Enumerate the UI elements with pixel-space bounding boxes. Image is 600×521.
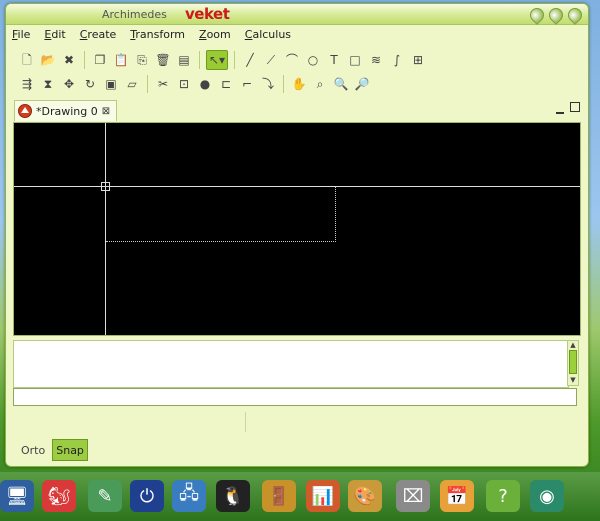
- network-icon[interactable]: 🖧: [172, 480, 206, 512]
- menu-label-rest: oom: [206, 28, 231, 41]
- window-title: Archimedes: [102, 8, 167, 21]
- select-mode-icon[interactable]: ↖▾: [206, 50, 228, 70]
- archimedes-logo-icon: [18, 104, 32, 118]
- usb-drive-icon[interactable]: ⌧: [396, 480, 430, 512]
- pane-controls: [556, 102, 580, 114]
- toolbar-separator: [84, 51, 85, 69]
- menu-zoom[interactable]: Zoom: [197, 28, 233, 46]
- zoom-out-icon[interactable]: 🔎: [353, 75, 371, 93]
- minimize-button[interactable]: [527, 5, 547, 25]
- copy-icon[interactable]: ❐: [91, 51, 109, 69]
- zoom-in-icon[interactable]: 🔍: [332, 75, 350, 93]
- pan-hand-icon[interactable]: ✋: [290, 75, 308, 93]
- selection-rectangle: [106, 187, 336, 242]
- taskbar: 🖥 🐿 ✎ ⏻ 🖧 🐧 🚪 📊 🎨 ⌧ 📅? ◉: [0, 472, 600, 521]
- extend-icon[interactable]: ⤵: [259, 75, 277, 93]
- menu-label-rest: reate: [87, 28, 117, 41]
- skew-icon[interactable]: ▱: [123, 75, 141, 93]
- paste-icon[interactable]: 📋: [112, 51, 130, 69]
- computer-icon[interactable]: 🖥: [0, 480, 34, 512]
- close-x-icon[interactable]: ✖: [60, 51, 78, 69]
- rectangle-icon[interactable]: □: [346, 51, 364, 69]
- polyline-icon[interactable]: ⟋: [262, 51, 280, 69]
- menu-bar: File Edit Create Transform Zoom Calculus: [10, 28, 293, 46]
- toolbar-separator: [147, 75, 148, 93]
- menu-calculus[interactable]: Calculus: [243, 28, 293, 46]
- command-input[interactable]: [13, 388, 577, 406]
- open-folder-icon[interactable]: 📂: [39, 51, 57, 69]
- hatch-icon[interactable]: ≋: [367, 51, 385, 69]
- rotate-icon[interactable]: ↻: [81, 75, 99, 93]
- title-bar[interactable]: Archimedes veket: [6, 4, 588, 25]
- tab-bar: *Drawing 0 ⊠: [14, 100, 580, 121]
- menu-edit[interactable]: Edit: [42, 28, 67, 46]
- toolbar-separator: [283, 75, 284, 93]
- toolbar-separator: [199, 51, 200, 69]
- tab-close-icon[interactable]: ⊠: [102, 106, 110, 117]
- drawing-canvas[interactable]: [13, 122, 581, 336]
- trim-icon[interactable]: ⊡: [175, 75, 193, 93]
- calendar-icon[interactable]: 📅: [440, 480, 474, 512]
- bin-icon[interactable]: ▤: [175, 51, 193, 69]
- output-scrollbar[interactable]: ▲ ▼: [567, 340, 579, 386]
- fillet-icon[interactable]: ⌐: [238, 75, 256, 93]
- pane-minimize-icon[interactable]: [556, 102, 564, 114]
- media-player-icon[interactable]: ⏻: [130, 480, 164, 512]
- menu-label-rest: ransform: [135, 28, 186, 41]
- menu-label-rest: alculus: [252, 28, 292, 41]
- command-output: [13, 340, 569, 388]
- zoom-fit-icon[interactable]: ⌕: [311, 75, 329, 93]
- window-controls: [527, 5, 585, 25]
- dimension-icon[interactable]: ⊞: [409, 51, 427, 69]
- clipboard-icon[interactable]: ⎘: [133, 51, 151, 69]
- spline-icon[interactable]: ∫: [388, 51, 406, 69]
- main-toolbar: 🗋 📂 ✖ ❐ 📋 ⎘ 🗑 ▤ ↖▾ ╱ ⟋ ⌒ ○ T □ ≋ ∫ ⊞: [18, 49, 427, 71]
- move-icon[interactable]: ✥: [60, 75, 78, 93]
- status-divider: [245, 412, 246, 432]
- mirror-icon[interactable]: ⧗: [39, 75, 57, 93]
- ortho-toggle[interactable]: Orto: [18, 440, 48, 460]
- fill-icon[interactable]: ●: [196, 75, 214, 93]
- status-bar: Orto Snap: [18, 439, 88, 461]
- penguin-icon[interactable]: 🐧: [216, 480, 250, 512]
- help-question-icon[interactable]: ?: [486, 480, 520, 512]
- scale-icon[interactable]: ▣: [102, 75, 120, 93]
- menu-transform[interactable]: Transform: [128, 28, 187, 46]
- delete-trash-icon[interactable]: 🗑: [154, 51, 172, 69]
- snap-toggle[interactable]: Snap: [52, 439, 88, 461]
- tab-label: *Drawing 0: [36, 104, 98, 118]
- webcam-icon[interactable]: ◉: [530, 480, 564, 512]
- menu-file[interactable]: File: [10, 28, 32, 46]
- tab-drawing-0[interactable]: *Drawing 0 ⊠: [14, 100, 118, 121]
- line-icon[interactable]: ╱: [241, 51, 259, 69]
- transform-toolbar: ⇶ ⧗ ✥ ↻ ▣ ▱ ✂ ⊡ ● ⊏ ⌐ ⤵ ✋ ⌕ 🔍 🔎: [18, 73, 371, 95]
- maximize-button[interactable]: [546, 5, 566, 25]
- text-tool-icon[interactable]: T: [325, 51, 343, 69]
- offset-icon[interactable]: ⊏: [217, 75, 235, 93]
- exit-door-icon[interactable]: 🚪: [262, 480, 296, 512]
- menu-label-rest: dit: [51, 28, 66, 41]
- menu-create[interactable]: Create: [78, 28, 119, 46]
- align-icon[interactable]: ⇶: [18, 75, 36, 93]
- toolbar-separator: [234, 51, 235, 69]
- pane-maximize-icon[interactable]: [570, 102, 580, 112]
- presentation-chart-icon[interactable]: 📊: [306, 480, 340, 512]
- close-button[interactable]: [565, 5, 585, 25]
- menu-mnemonic: Z: [199, 28, 207, 41]
- app-window: Archimedes veket File Edit Create Transform…: [5, 3, 589, 467]
- circle-icon[interactable]: ○: [304, 51, 322, 69]
- scroll-down-icon[interactable]: ▼: [568, 376, 578, 385]
- cut-scissors-icon[interactable]: ✂: [154, 75, 172, 93]
- text-editor-icon[interactable]: ✎: [88, 480, 122, 512]
- squirrel-browser-icon[interactable]: 🐿: [42, 480, 76, 512]
- arc-icon[interactable]: ⌒: [283, 51, 301, 69]
- scroll-thumb[interactable]: [569, 350, 577, 374]
- brand-logo: veket: [185, 5, 230, 23]
- paint-palette-icon[interactable]: 🎨: [348, 480, 382, 512]
- menu-label-rest: ile: [17, 28, 31, 41]
- new-file-icon[interactable]: 🗋: [18, 51, 36, 69]
- scroll-up-icon[interactable]: ▲: [568, 341, 578, 350]
